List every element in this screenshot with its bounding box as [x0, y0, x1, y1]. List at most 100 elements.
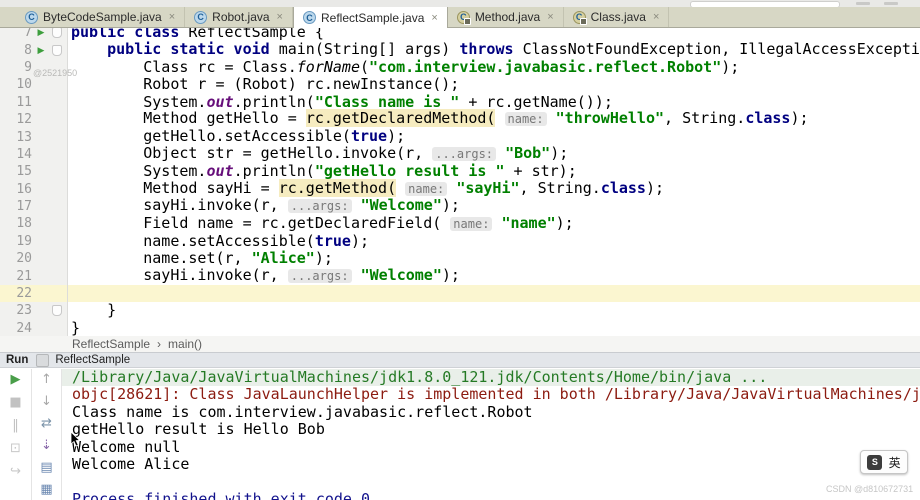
code-token	[396, 179, 405, 197]
code-token: }	[71, 319, 80, 336]
parameter-hint: name:	[405, 182, 447, 196]
editor-tab-bar: C ByteCodeSample.java × C Robot.java × C…	[0, 7, 920, 28]
fold-marker-icon[interactable]	[52, 305, 62, 316]
code-token	[495, 109, 504, 127]
code-line[interactable]: 16 Method sayHi = rc.getMethod( name: "s…	[0, 181, 920, 198]
csdn-watermark: CSDN @d810672731	[826, 484, 913, 494]
gutter: 17	[0, 198, 68, 215]
fold-marker-icon[interactable]	[52, 45, 62, 56]
tab-label: Robot.java	[212, 10, 269, 24]
run-line-icon[interactable]: ▶	[32, 45, 50, 56]
line-number: 18	[0, 216, 32, 231]
run-line-icon[interactable]: ▶	[32, 28, 50, 38]
code-line[interactable]: 12 Method getHello = rc.getDeclaredMetho…	[0, 111, 920, 128]
gutter: 8▶	[0, 41, 68, 58]
down-stack-trace-icon[interactable]: ↓	[41, 395, 52, 408]
code-token: , String.	[664, 109, 745, 127]
code-token: + str);	[505, 162, 577, 180]
code-text: public class ReflectSample {	[68, 28, 324, 41]
line-number: 10	[0, 77, 32, 92]
tab-reflectsample[interactable]: C ReflectSample.java ×	[293, 7, 448, 28]
code-token: System.	[71, 93, 206, 111]
line-number: 16	[0, 182, 32, 197]
code-line[interactable]: 17 sayHi.invoke(r, ...args: "Welcome");	[0, 198, 920, 215]
line-number: 19	[0, 234, 32, 249]
line-number: 17	[0, 199, 32, 214]
close-icon[interactable]: ×	[653, 11, 659, 23]
code-line[interactable]: 22	[0, 285, 920, 302]
rerun-icon[interactable]: ▶	[11, 373, 21, 386]
run-config-tab[interactable]: ReflectSample	[55, 354, 130, 366]
code-editor[interactable]: 7▶public class ReflectSample {8▶ public …	[0, 28, 920, 336]
code-text: System.out.println("Class name is " + rc…	[68, 94, 613, 111]
tab-bytecodesample[interactable]: C ByteCodeSample.java ×	[16, 7, 185, 27]
code-line[interactable]: 14 Object str = getHello.invoke(r, ...ar…	[0, 146, 920, 163]
code-text: sayHi.invoke(r, ...args: "Welcome");	[68, 267, 460, 285]
console-line	[62, 473, 920, 490]
code-line[interactable]: 9 Class rc = Class.forName("com.intervie…	[0, 59, 920, 76]
ime-language-label: 英	[889, 454, 901, 471]
code-token: );	[556, 214, 574, 232]
gutter: 12	[0, 111, 68, 128]
console-tab-icon	[36, 354, 49, 367]
fold-slot	[50, 28, 64, 38]
class-locked-icon: C	[573, 11, 586, 24]
close-icon[interactable]: ×	[277, 11, 283, 23]
code-line[interactable]: 18 Field name = rc.getDeclaredField( nam…	[0, 215, 920, 232]
breadcrumb-class[interactable]: ReflectSample	[72, 337, 150, 351]
stop-icon[interactable]: ■	[9, 396, 21, 409]
dump-threads-icon[interactable]: ⊡	[10, 442, 21, 455]
code-token: );	[721, 58, 739, 76]
code-line[interactable]: 10 Robot r = (Robot) rc.newInstance();	[0, 76, 920, 93]
code-line[interactable]: 7▶public class ReflectSample {	[0, 28, 920, 41]
fold-slot	[50, 45, 64, 56]
console-line: getHello result is Hello Bob	[62, 421, 920, 438]
code-line[interactable]: 11 System.out.println("Class name is " +…	[0, 94, 920, 111]
breadcrumb-method[interactable]: main()	[168, 337, 202, 351]
tab-method[interactable]: C Method.java ×	[448, 7, 564, 27]
code-line[interactable]: 8▶ public static void main(String[] args…	[0, 41, 920, 58]
code-line[interactable]: 15 System.out.println("getHello result i…	[0, 163, 920, 180]
close-icon[interactable]: ×	[169, 11, 175, 23]
gutter: 7▶	[0, 28, 68, 41]
close-icon[interactable]: ×	[547, 11, 553, 23]
tab-class[interactable]: C Class.java ×	[564, 7, 670, 27]
code-text: Method getHello = rc.getDeclaredMethod( …	[68, 110, 809, 128]
tab-label: Method.java	[475, 10, 540, 24]
console-line: Class name is com.interview.javabasic.re…	[62, 404, 920, 421]
ime-indicator[interactable]: S 英	[860, 450, 908, 474]
console-line: Welcome null	[62, 439, 920, 456]
code-token: "sayHi"	[456, 179, 519, 197]
code-token: (	[360, 58, 369, 76]
line-number: 20	[0, 251, 32, 266]
clear-all-icon[interactable]: ▦	[40, 483, 52, 496]
code-line[interactable]: 20 name.set(r, "Alice");	[0, 250, 920, 267]
code-token: Class rc = Class.	[71, 58, 297, 76]
gutter: 24	[0, 320, 68, 336]
up-stack-trace-icon[interactable]: ↑	[41, 373, 52, 386]
pause-output-icon[interactable]: ‖	[12, 419, 19, 432]
code-token: rc.getDeclaredMethod(	[306, 109, 496, 127]
scroll-to-end-icon[interactable]: ⇣	[41, 439, 52, 452]
code-token: "Welcome"	[361, 266, 442, 284]
code-line[interactable]: 24}	[0, 320, 920, 336]
console-output[interactable]: /Library/Java/JavaVirtualMachines/jdk1.8…	[62, 369, 920, 500]
gutter: 20	[0, 250, 68, 267]
tab-robot[interactable]: C Robot.java ×	[185, 7, 293, 27]
code-token: main(String[] args)	[279, 40, 460, 58]
print-icon[interactable]: ▤	[40, 461, 52, 474]
close-icon[interactable]: ×	[431, 12, 437, 24]
code-text: getHello.setAccessible(true);	[68, 128, 405, 145]
code-line[interactable]: 23 }	[0, 302, 920, 319]
main-toolbar-strip	[0, 0, 920, 7]
code-line[interactable]: 19 name.setAccessible(true);	[0, 233, 920, 250]
line-number: 22	[0, 286, 32, 301]
code-text: name.setAccessible(true);	[68, 233, 369, 250]
code-line[interactable]: 13 getHello.setAccessible(true);	[0, 128, 920, 145]
exit-icon[interactable]: ↪	[10, 465, 21, 478]
code-token: "Welcome"	[361, 196, 442, 214]
fold-marker-icon[interactable]	[52, 28, 62, 38]
gutter-annotation: @2521950	[33, 68, 77, 78]
soft-wrap-icon[interactable]: ⇄	[41, 417, 52, 430]
code-line[interactable]: 21 sayHi.invoke(r, ...args: "Welcome");	[0, 267, 920, 284]
